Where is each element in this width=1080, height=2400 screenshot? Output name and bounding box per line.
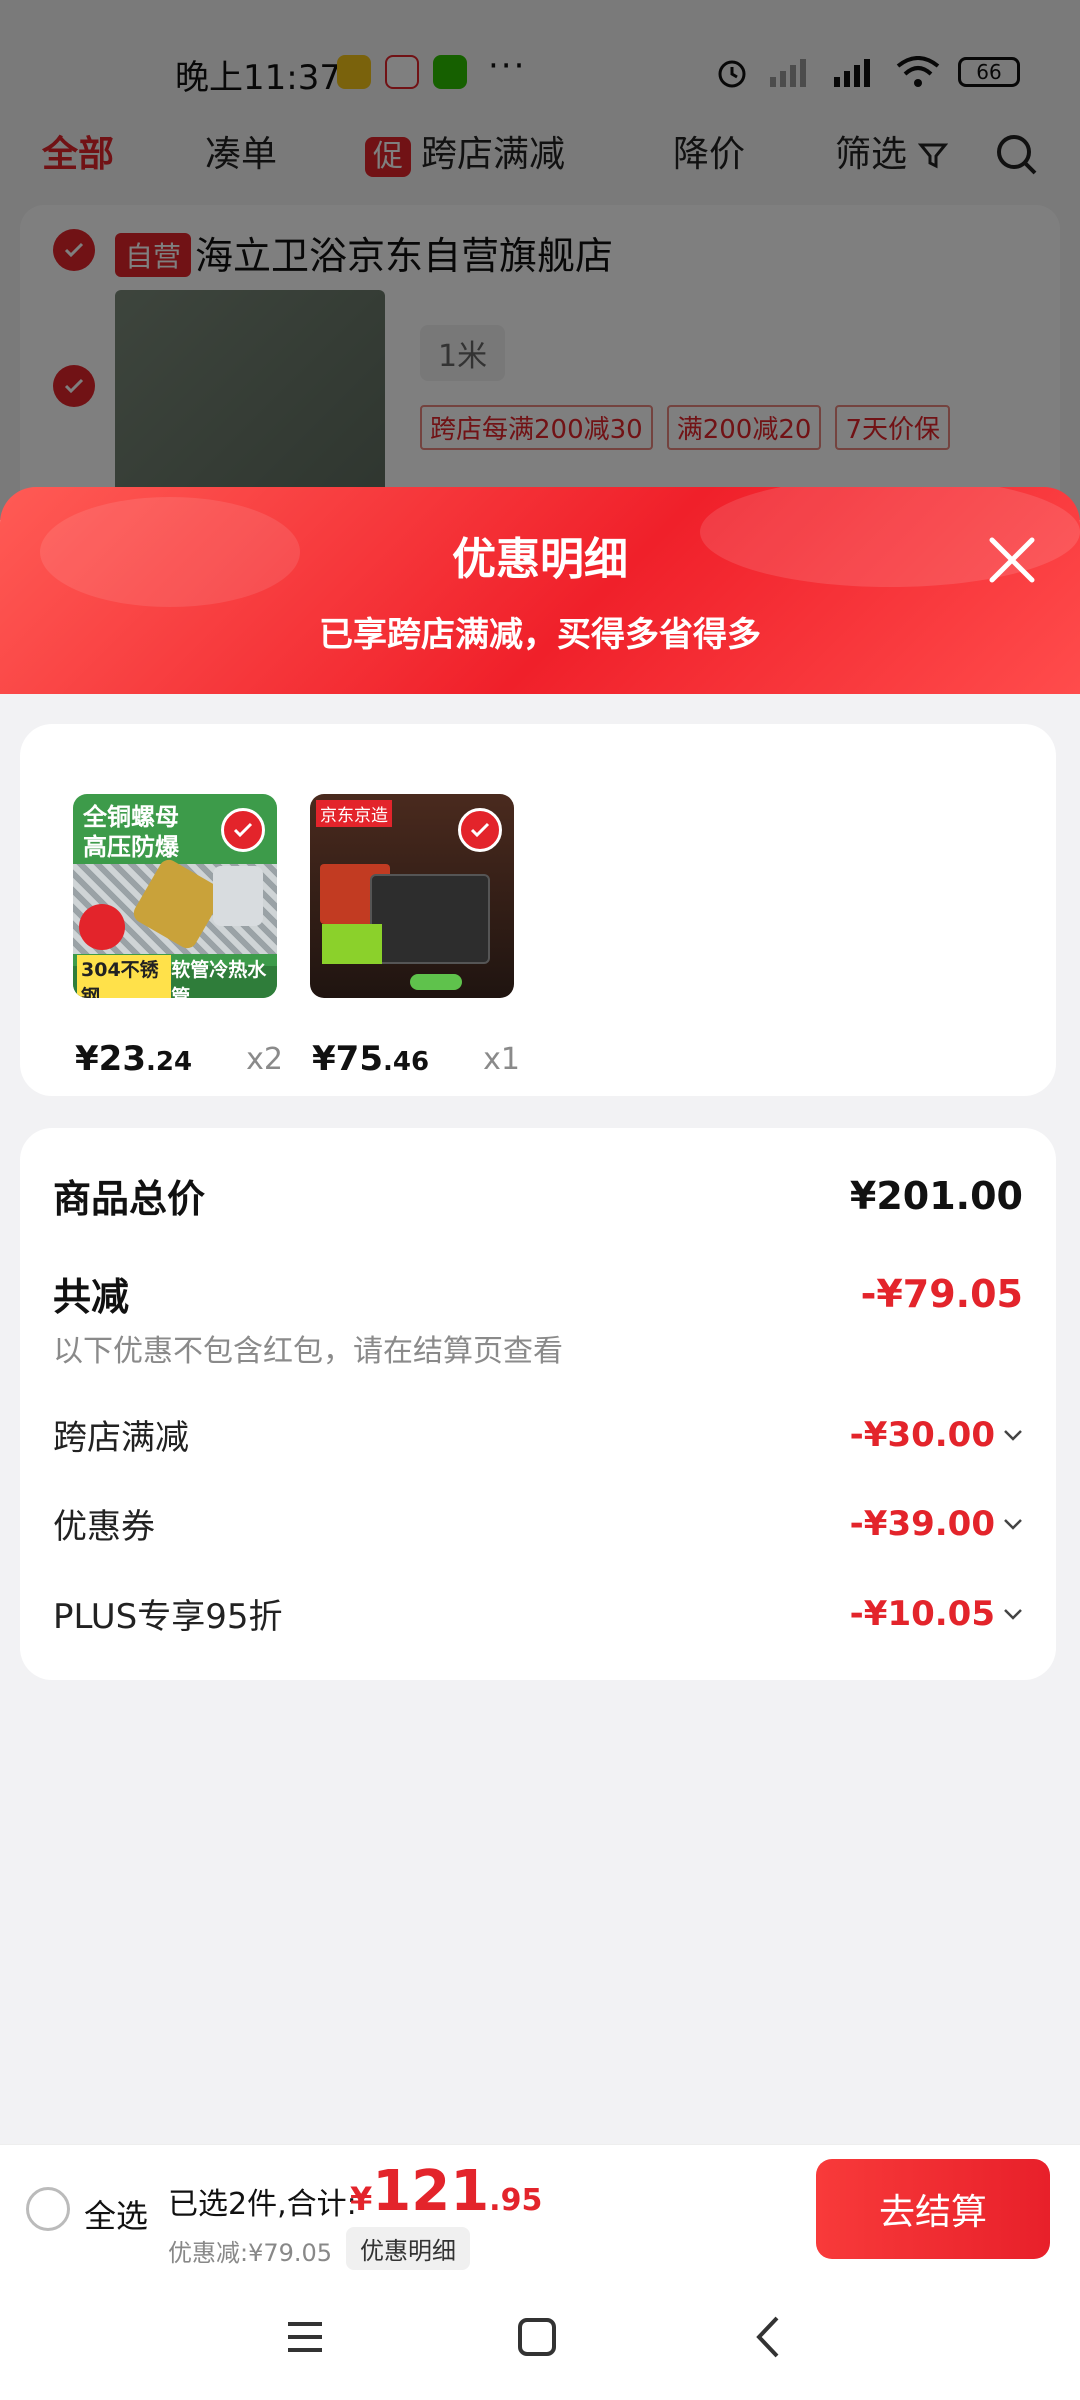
select-all-label[interactable]: 全选 [84, 2191, 148, 2237]
select-all-radio[interactable] [26, 2187, 70, 2231]
price-integer: ¥75 [312, 1039, 383, 1079]
price-summary-card: 商品总价 ¥201.00 共减 -¥79.05 以下优惠不包含红包，请在结算页查… [20, 1128, 1056, 1680]
product-quantity: x2 [246, 1042, 283, 1077]
checkout-bar: 全选 已选2件,合计: ¥121.95 优惠减:¥79.05 优惠明细 去结算 [0, 2144, 1080, 2274]
chevron-down-icon [1004, 1429, 1022, 1441]
chevron-down-icon [1004, 1608, 1022, 1620]
currency-symbol: ¥ [350, 2180, 373, 2218]
discount-row-coupon[interactable]: 优惠券 -¥39.00 [53, 1499, 1023, 1548]
image-brand: 京东京造 [316, 800, 392, 827]
total-reduction-value: -¥79.05 [860, 1271, 1023, 1316]
total-price-row: 商品总价 ¥201.00 [53, 1168, 1023, 1223]
discount-value: -¥30.00 [850, 1415, 1023, 1455]
image-text-line: 高压防爆 [83, 833, 179, 861]
price-decimal: .46 [382, 1047, 430, 1077]
total-payable: ¥121.95 [350, 2159, 542, 2224]
product-price: ¥75.46 [312, 1039, 429, 1079]
selected-products-card: 全铜螺母 高压防爆 304不锈钢 软管冷热水管 ¥23.24 x2 京东京造 ¥… [20, 724, 1056, 1096]
product-quantity: x1 [483, 1042, 520, 1077]
discount-sheet-body: 全铜螺母 高压防爆 304不锈钢 软管冷热水管 ¥23.24 x2 京东京造 ¥… [0, 694, 1080, 2144]
check-icon [470, 822, 490, 838]
discount-amount: -¥39.00 [849, 1503, 995, 1544]
total-price-label: 商品总价 [53, 1177, 206, 1221]
product-image: 全铜螺母 高压防爆 304不锈钢 软管冷热水管 [73, 794, 277, 998]
discount-label: PLUS专享95折 [53, 1597, 283, 1637]
total-price-value: ¥201.00 [849, 1173, 1023, 1218]
discount-summary: 优惠减:¥79.05 [168, 2239, 333, 2267]
image-caption: 软管冷热水管 [171, 959, 267, 998]
discount-row-plus[interactable]: PLUS专享95折 -¥10.05 [53, 1589, 1023, 1638]
sheet-title: 优惠明细 [452, 534, 628, 585]
total-reduction-row: 共减 -¥79.05 [53, 1266, 1023, 1321]
sheet-subtitle: 已享跨店满减，买得多省得多 [319, 615, 761, 655]
discount-detail-button[interactable]: 优惠明细 [346, 2227, 470, 2270]
selected-count: 已选2件,合计: [168, 2187, 357, 2222]
product-selected-check[interactable] [221, 808, 265, 852]
discount-label: 跨店满减 [53, 1418, 189, 1458]
system-nav-bar [0, 2274, 1080, 2400]
product-price: ¥23.24 [75, 1039, 192, 1079]
discount-amount: -¥30.00 [849, 1414, 995, 1455]
check-icon [233, 822, 253, 838]
image-badge: 304不锈钢 [77, 955, 172, 998]
discount-sheet-header: 优惠明细 已享跨店满减，买得多省得多 [0, 487, 1080, 694]
discount-label: 优惠券 [53, 1507, 155, 1547]
discount-row-cross-store[interactable]: 跨店满减 -¥30.00 [53, 1410, 1023, 1459]
product-selected-check[interactable] [458, 808, 502, 852]
total-integer: 121 [372, 2159, 490, 2224]
total-reduction-label: 共减 [53, 1275, 130, 1319]
dim-overlay[interactable] [0, 0, 1080, 520]
close-icon[interactable] [984, 532, 1040, 588]
price-decimal: .24 [145, 1047, 193, 1077]
image-text-line: 全铜螺母 [83, 803, 179, 831]
menu-icon[interactable] [280, 2312, 330, 2362]
discount-amount: -¥10.05 [849, 1593, 995, 1634]
checkout-button[interactable]: 去结算 [816, 2159, 1050, 2259]
home-icon[interactable] [512, 2312, 562, 2362]
product-image: 京东京造 [310, 794, 514, 998]
chevron-down-icon [1004, 1518, 1022, 1530]
back-icon[interactable] [745, 2312, 795, 2362]
reduction-note: 以下优惠不包含红包，请在结算页查看 [53, 1334, 563, 1369]
price-integer: ¥23 [75, 1039, 146, 1079]
discount-value: -¥39.00 [850, 1504, 1023, 1544]
discount-value: -¥10.05 [850, 1594, 1023, 1634]
total-decimal: .95 [489, 2183, 543, 2218]
